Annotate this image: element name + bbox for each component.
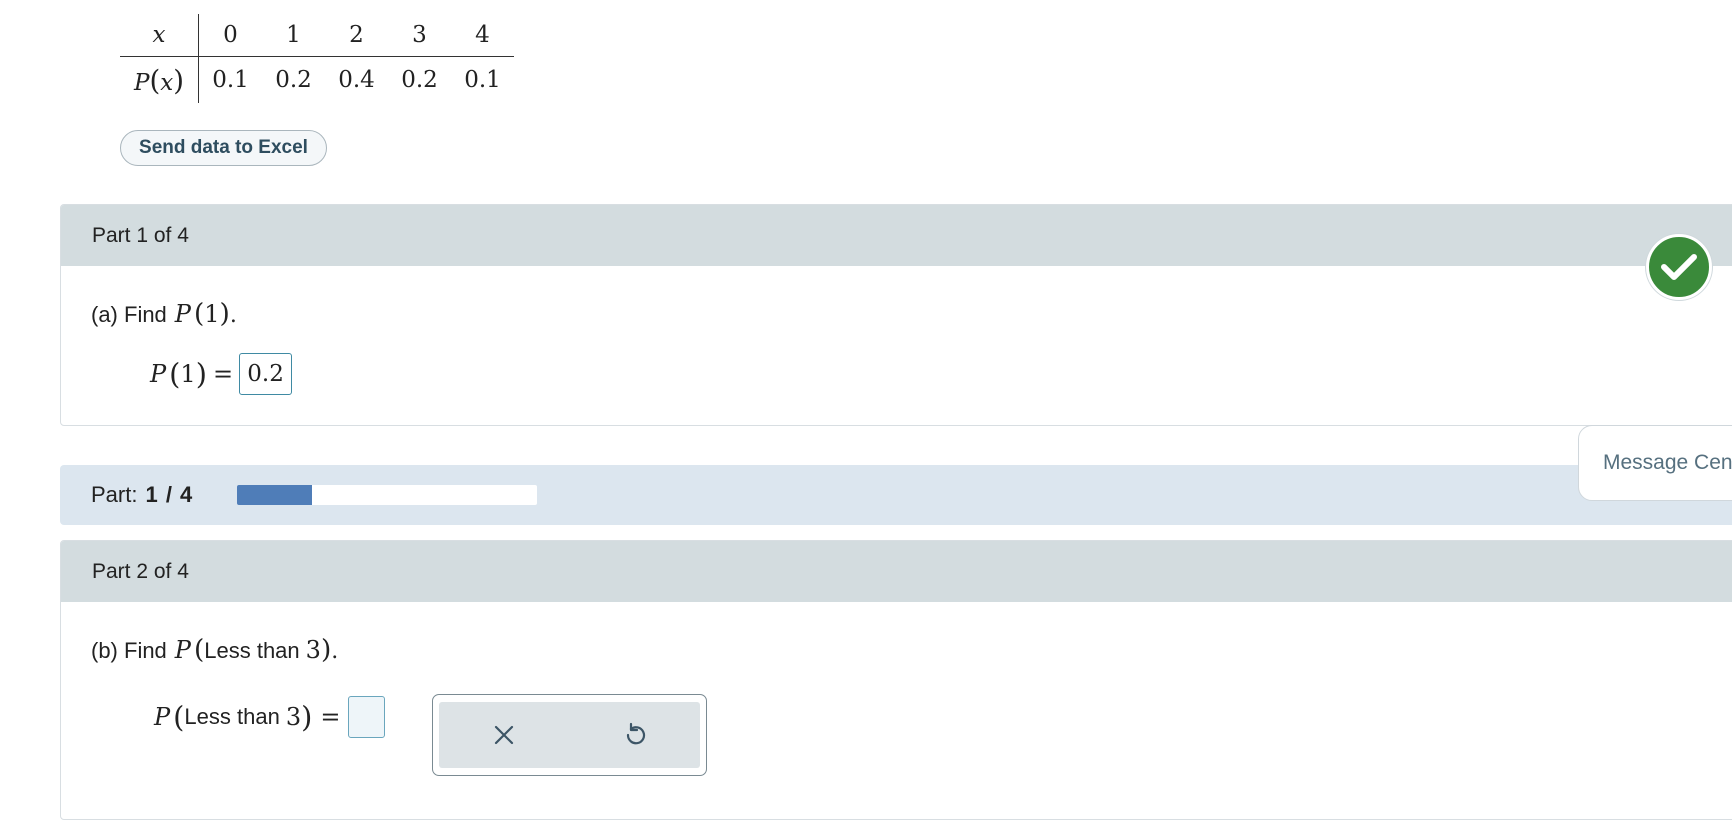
part-2-question: (b) Find P (Less than 3). [91,634,339,665]
part-2-card: Part 2 of 4 [60,540,1732,820]
x-value: 4 [451,14,514,57]
p-value: 0.2 [275,67,312,93]
progress-bar [237,485,537,505]
part-2-answer-input[interactable] [348,696,386,738]
close-icon [495,725,514,745]
part-1-answer-input[interactable]: 0.2 [239,353,293,395]
probability-table: x 0 1 2 3 4 P(x) 0.1 0.2 0.4 0.2 0.1 [120,14,514,103]
p-header: P(x) [120,56,199,103]
part-1-answer-row: P (1) = 0.2 [150,353,293,395]
p-value: 0.1 [464,67,501,93]
p-value: 0.1 [212,67,249,93]
message-center-button[interactable]: Message Center [1578,425,1732,501]
reset-button[interactable] [615,715,655,755]
undo-icon [626,722,645,745]
part-1-question: (a) Find P (1). [91,298,237,329]
answer-tools-popup [432,694,707,776]
x-value: 3 [388,14,451,57]
x-value: 1 [262,14,325,57]
part-1-header: Part 1 of 4 [61,205,1732,266]
progress-bar-fill [237,485,312,505]
send-to-excel-button[interactable]: Send data to Excel [120,130,327,166]
correct-check-icon [1646,234,1712,300]
progress-label: Part: 1 / 4 [91,482,194,507]
part-progress: Part: 1 / 4 [60,465,1732,525]
progress-count: 1 / 4 [145,482,194,507]
part-1-card: Part 1 of 4 [60,204,1732,426]
x-value: 2 [325,14,388,57]
clear-button[interactable] [484,715,524,755]
p-value: 0.4 [338,67,375,93]
x-value: 0 [198,14,262,57]
x-header: x [120,14,199,57]
p-value: 0.2 [401,67,438,93]
part-2-answer-row: P (Less than 3) = [154,696,386,738]
answer-tools-bar [439,702,700,768]
part-2-header: Part 2 of 4 [61,541,1732,602]
